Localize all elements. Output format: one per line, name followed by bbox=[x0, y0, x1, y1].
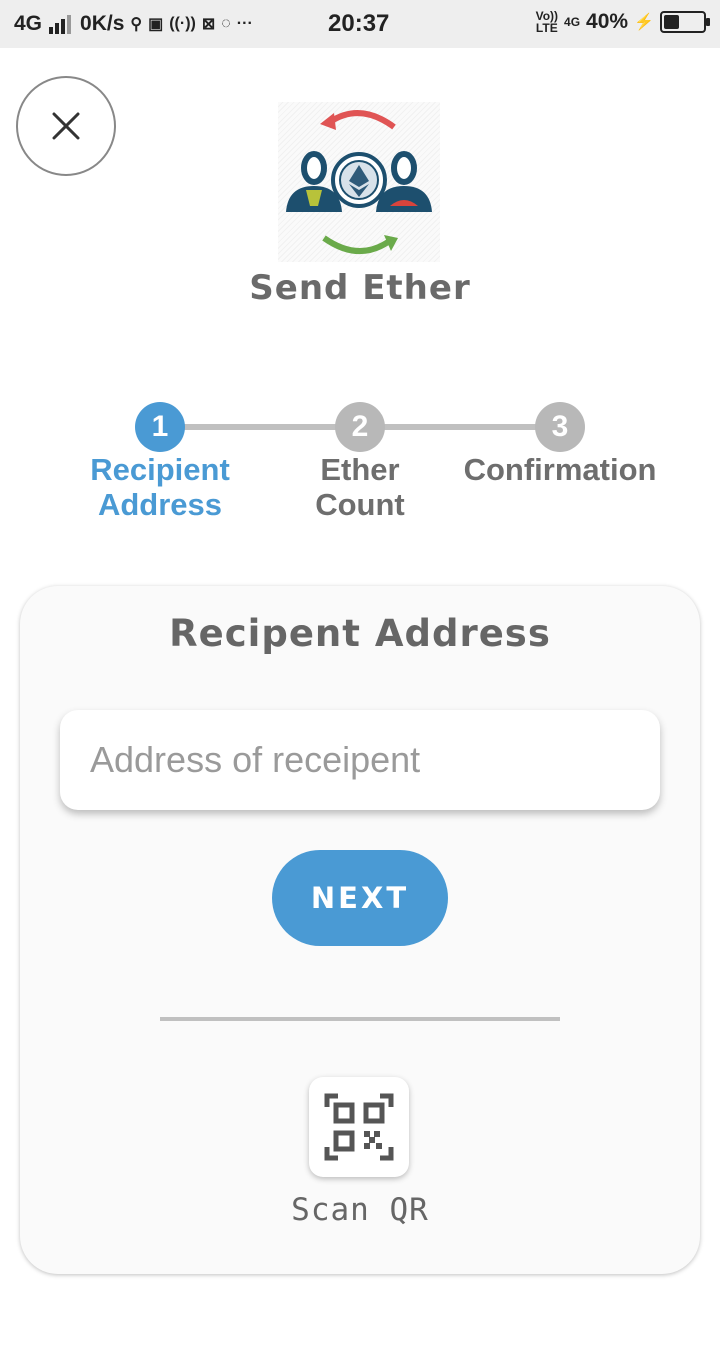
step-1-label: Recipient Address bbox=[50, 452, 270, 522]
step-3-number: 3 bbox=[551, 410, 569, 443]
step-1-label-line1: Recipient bbox=[90, 452, 230, 487]
battery-icon bbox=[660, 11, 710, 33]
step-3-circle[interactable]: 3 bbox=[535, 402, 585, 452]
network-type-2: 4G bbox=[564, 15, 581, 29]
page-title: Send Ether bbox=[249, 268, 471, 308]
close-icon bbox=[52, 112, 80, 140]
divider bbox=[160, 1017, 560, 1021]
step-1-label-line2: Address bbox=[97, 487, 223, 522]
step-2-label-line2: Count bbox=[315, 487, 405, 522]
clock: 20:37 bbox=[328, 10, 390, 37]
scan-qr-label: Scan QR bbox=[291, 1192, 429, 1228]
step-2-label-line1: Ether bbox=[320, 452, 400, 487]
step-2-number: 2 bbox=[351, 410, 369, 443]
network-type: 4G bbox=[14, 12, 43, 35]
battery-percent: 40% bbox=[586, 10, 629, 33]
stepper: 1 2 3 Recipient Address Ether Count Conf… bbox=[0, 400, 720, 540]
step-connector-1-2 bbox=[160, 424, 360, 430]
whatsapp-icon: ◌ bbox=[221, 15, 231, 32]
step-1-circle[interactable]: 1 bbox=[135, 402, 185, 452]
card-title: Recipent Address bbox=[169, 612, 551, 655]
step-connector-2-3 bbox=[360, 424, 560, 430]
charging-icon: ⚡ bbox=[634, 14, 654, 31]
close-button[interactable] bbox=[16, 76, 116, 176]
volte-bottom: LTE bbox=[535, 21, 558, 35]
step-2-circle[interactable]: 2 bbox=[335, 402, 385, 452]
step-3-label: Confirmation bbox=[450, 452, 670, 487]
volte-indicator: Vo)) LTE bbox=[536, 10, 558, 34]
qr-code-icon bbox=[324, 1093, 394, 1161]
recipient-address-input[interactable] bbox=[60, 710, 660, 810]
step-3-label-line1: Confirmation bbox=[463, 452, 657, 487]
battery-fill bbox=[664, 15, 679, 29]
send-ether-logo-icon bbox=[278, 102, 440, 262]
recipient-card: Recipent Address NEXT Scan QR bbox=[20, 586, 700, 1274]
usb-debug-icon: ▣ bbox=[148, 16, 164, 33]
more-icon: ··· bbox=[236, 15, 253, 32]
signal-icon bbox=[49, 15, 72, 34]
data-speed: 0K/s bbox=[80, 12, 125, 35]
hotspot-icon: ((·)) bbox=[169, 15, 196, 32]
next-button[interactable]: NEXT bbox=[272, 850, 448, 946]
screenshot-icon: ⊠ bbox=[201, 16, 216, 33]
step-1-number: 1 bbox=[151, 410, 169, 443]
status-bar: 4G 0K/s ⚲ ▣ ((·)) ⊠ ◌ ··· 20:37 Vo)) LTE… bbox=[0, 0, 720, 48]
scan-qr-button[interactable] bbox=[309, 1077, 409, 1177]
step-2-label: Ether Count bbox=[250, 452, 470, 522]
usb-icon: ⚲ bbox=[130, 16, 143, 33]
